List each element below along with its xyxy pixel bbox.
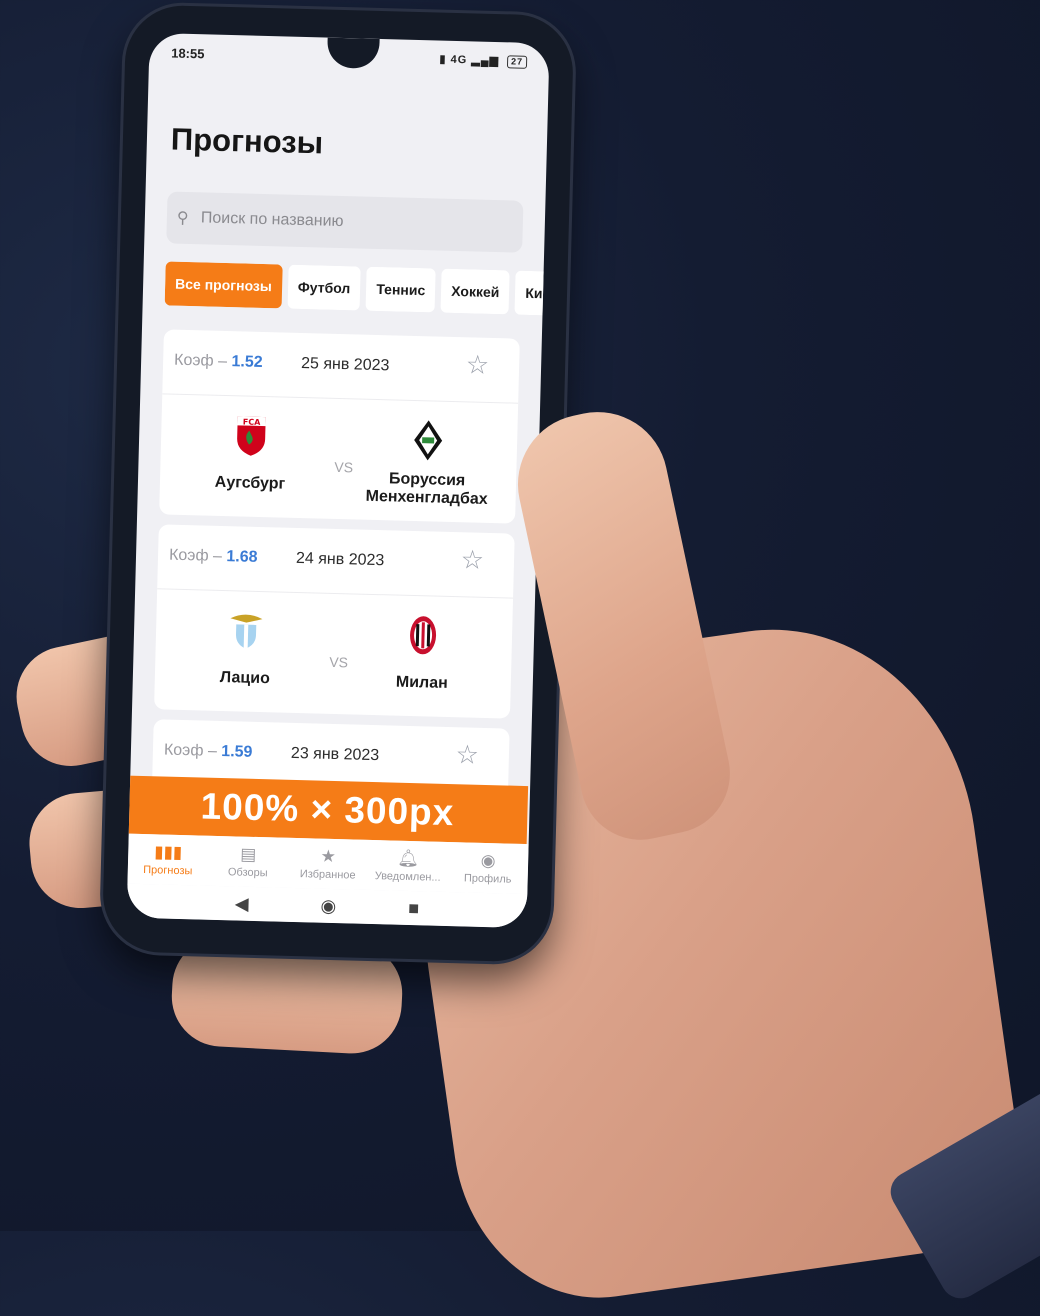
reviews-icon: ▤ — [239, 844, 257, 864]
tab-label: Уведомлен... — [374, 870, 441, 884]
milan-logo-icon — [337, 608, 508, 662]
home-team: FCA Аугсбург — [165, 408, 337, 494]
home-team: Лацио — [160, 603, 332, 689]
away-team: Милан — [337, 608, 509, 694]
status-icons: ▮ 4G ▂▄▆ 27 — [439, 53, 528, 69]
favorite-star-icon[interactable]: ☆ — [465, 349, 489, 381]
tab-label: Обзоры — [227, 866, 268, 880]
battery-icon: 27 — [506, 55, 528, 69]
tab-profile[interactable]: ◉ Профиль — [447, 842, 528, 894]
status-bar: 18:55 ▮ 4G ▂▄▆ 27 — [171, 45, 528, 74]
coef-value: 1.52 — [231, 353, 263, 371]
away-team-name: Боруссия Менхенгладбах — [365, 470, 488, 508]
filter-chip-more[interactable]: Ки — [514, 270, 546, 316]
signal-bars-icon: ▂▄▆ — [471, 54, 500, 68]
tab-reviews[interactable]: ▤ Обзоры — [207, 836, 288, 888]
lazio-logo-icon — [160, 603, 331, 657]
search-icon: ⚲ — [176, 209, 189, 227]
filter-chip-tennis[interactable]: Теннис — [365, 266, 436, 313]
search-input[interactable]: ⚲ Поиск по названию — [166, 191, 524, 253]
match-date: 24 янв 2023 — [295, 549, 385, 570]
augsburg-logo-icon: FCA — [166, 408, 337, 462]
signal-icon: ▮ — [439, 53, 447, 66]
search-placeholder: Поиск по названию — [200, 209, 344, 231]
page-title: Прогнозы — [170, 121, 324, 161]
tab-forecasts[interactable]: ▮▮▮ Прогнозы — [127, 834, 208, 886]
phone-screen: 18:55 ▮ 4G ▂▄▆ 27 Прогнозы ⚲ Поиск по на… — [126, 32, 550, 929]
home-icon[interactable]: ◉ — [320, 895, 336, 916]
home-team-name: Лацио — [219, 668, 271, 688]
match-card[interactable]: Коэф – 1.68 24 янв 2023 ☆ Лацио VS Милан — [154, 524, 515, 719]
match-card-header: Коэф – 1.68 24 янв 2023 ☆ — [157, 524, 515, 599]
filter-chip-football[interactable]: Футбол — [287, 264, 361, 311]
tab-label: Избранное — [299, 868, 356, 882]
coef-value: 1.59 — [221, 743, 253, 761]
phone: 18:55 ▮ 4G ▂▄▆ 27 Прогнозы ⚲ Поиск по на… — [101, 4, 575, 963]
home-team-name: Аугсбург — [214, 473, 286, 493]
filter-chip-hockey[interactable]: Хоккей — [440, 268, 510, 315]
profile-icon: ◉ — [480, 850, 496, 871]
svg-text:FCA: FCA — [243, 417, 262, 426]
coef-label: Коэф – 1.68 — [168, 546, 258, 566]
match-date: 23 янв 2023 — [290, 744, 380, 765]
gladbach-logo-icon — [343, 413, 514, 467]
tab-label: Профиль — [463, 872, 512, 886]
tab-label: Прогнозы — [143, 864, 193, 878]
coef-value: 1.68 — [226, 548, 258, 566]
tab-favorites[interactable]: ★ Избранное — [287, 838, 368, 890]
favorite-star-icon[interactable]: ☆ — [455, 739, 479, 771]
recents-icon[interactable]: ■ — [408, 897, 419, 918]
coef-label: Коэф – 1.52 — [173, 351, 263, 371]
match-date: 25 янв 2023 — [300, 354, 390, 375]
status-time: 18:55 — [171, 45, 205, 62]
match-teams: FCA Аугсбург VS Боруссия Менхенгладбах — [159, 394, 518, 523]
favorite-star-icon[interactable]: ☆ — [460, 544, 484, 576]
match-teams: Лацио VS Милан — [154, 589, 513, 718]
away-team: Боруссия Менхенгладбах — [341, 413, 513, 509]
filter-chips: Все прогнозы Футбол Теннис Хоккей Ки — [164, 261, 546, 316]
forecasts-icon: ▮▮▮ — [154, 842, 183, 863]
match-card-header: Коэф – 1.52 25 янв 2023 ☆ — [162, 329, 520, 404]
star-icon: ★ — [320, 846, 337, 867]
bell-icon: 🔔︎ — [397, 848, 420, 869]
back-icon[interactable]: ◀ — [234, 893, 249, 914]
tab-notifications[interactable]: 🔔︎ Уведомлен... — [367, 840, 448, 892]
match-card[interactable]: Коэф – 1.52 25 янв 2023 ☆ FCA Аугсбург V… — [159, 329, 520, 524]
away-team-name: Милан — [395, 673, 448, 692]
coef-label: Коэф – 1.59 — [163, 741, 253, 761]
network-type: 4G — [450, 53, 468, 67]
size-banner: 100% × 300px — [126, 775, 529, 845]
filter-chip-all[interactable]: Все прогнозы — [164, 261, 283, 309]
